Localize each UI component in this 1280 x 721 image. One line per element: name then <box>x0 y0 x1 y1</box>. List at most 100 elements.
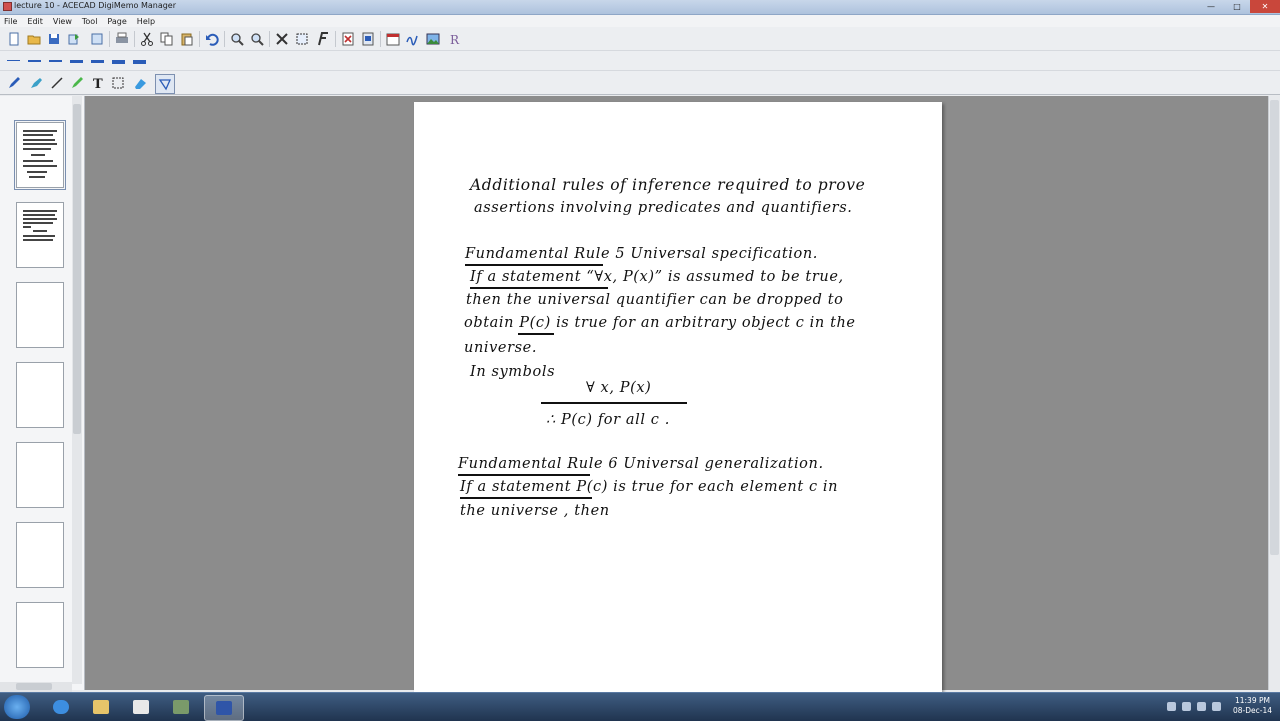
statement-underline <box>470 287 608 289</box>
clock[interactable]: 11:39 PM 08-Dec-14 <box>1233 696 1272 716</box>
page-workspace: Additional rules of inference required t… <box>85 96 1268 692</box>
thumbnail-scrollbar[interactable] <box>72 96 82 684</box>
zoom-in-icon[interactable] <box>228 30 246 48</box>
menu-edit[interactable]: Edit <box>27 17 43 26</box>
symbol-premise: ∀ x, P(x) <box>586 380 652 396</box>
page-thumbnail-1[interactable] <box>14 120 66 190</box>
delete-icon[interactable] <box>273 30 291 48</box>
note-line-4: If a statement “∀x, P(x)” is assumed to … <box>470 269 844 285</box>
inference-bar <box>541 402 687 404</box>
line-width-5-button[interactable] <box>91 60 104 63</box>
open-folder-icon[interactable] <box>25 30 43 48</box>
export-icon[interactable] <box>65 30 83 48</box>
remove-page-icon[interactable] <box>339 30 357 48</box>
taskbar: 11:39 PM 08-Dec-14 <box>0 692 1280 721</box>
symbol-conclusion: ∴ P(c) for all c . <box>546 412 670 428</box>
lasso-select-icon[interactable] <box>155 74 175 94</box>
drawing-tools-toolbar: T <box>0 71 1280 95</box>
svg-text:T: T <box>93 77 103 90</box>
svg-text:R: R <box>450 33 460 46</box>
page-thumbnail-5[interactable] <box>16 442 64 508</box>
note-line-6: obtain P(c) is true for an arbitrary obj… <box>464 315 856 331</box>
image-icon[interactable] <box>424 30 442 48</box>
page-thumbnail-2[interactable] <box>16 202 64 268</box>
note-line-5: then the universal quantifier can be dro… <box>466 292 844 308</box>
minimize-button[interactable]: — <box>1198 0 1224 13</box>
main-toolbar: R <box>0 27 1280 51</box>
undo-icon[interactable] <box>203 30 221 48</box>
rule5-underline <box>465 264 603 266</box>
start-button[interactable] <box>4 695 30 719</box>
pen-icon[interactable] <box>5 74 23 92</box>
page-thumbnail-6[interactable] <box>16 522 64 588</box>
rectangle-select-icon[interactable] <box>109 74 127 92</box>
network-icon[interactable] <box>1181 701 1191 711</box>
calendar-icon[interactable] <box>384 30 402 48</box>
new-icon[interactable] <box>5 30 23 48</box>
highlighter-icon[interactable] <box>27 74 45 92</box>
tray-arrow-icon[interactable] <box>1166 701 1176 711</box>
note-line-3: Fundamental Rule 5 Universal specificati… <box>465 246 818 262</box>
title-bar: lecture 10 - ACECAD DigiMemo Manager — □… <box>0 0 1280 15</box>
save-icon[interactable] <box>45 30 63 48</box>
rule6-underline <box>458 474 590 476</box>
eraser-icon[interactable] <box>131 74 149 92</box>
menu-help[interactable]: Help <box>137 17 155 26</box>
select-region-icon[interactable] <box>293 30 311 48</box>
page-thumbnail-3[interactable] <box>16 282 64 348</box>
line-width-toolbar <box>0 51 1280 71</box>
ie-taskbar-icon[interactable] <box>42 695 80 719</box>
system-tray: 11:39 PM 08-Dec-14 <box>1166 696 1272 716</box>
app-taskbar-icon[interactable] <box>162 695 200 719</box>
handwriting-recognition-icon[interactable] <box>404 30 422 48</box>
window-title: lecture 10 - ACECAD DigiMemo Manager <box>14 1 177 10</box>
line-tool-icon[interactable] <box>48 74 66 92</box>
thumbnail-horizontal-scrollbar[interactable] <box>0 682 72 692</box>
menu-file[interactable]: File <box>4 17 17 26</box>
page-settings-icon[interactable] <box>359 30 377 48</box>
line-width-7-button[interactable] <box>133 60 146 64</box>
note-line-11: Fundamental Rule 6 Universal generalizat… <box>458 456 824 472</box>
pc-underline <box>518 333 554 335</box>
page-thumbnail-7[interactable] <box>16 602 64 668</box>
clock-time: 11:39 PM <box>1234 696 1270 705</box>
cut-icon[interactable] <box>138 30 156 48</box>
flag-icon[interactable] <box>1196 701 1206 711</box>
volume-icon[interactable] <box>1211 701 1221 711</box>
clock-date: 08-Dec-14 <box>1232 706 1272 715</box>
note-line-12: If a statement P(c) is true for each ele… <box>460 479 839 495</box>
copy-icon[interactable] <box>158 30 176 48</box>
paste-icon[interactable] <box>178 30 196 48</box>
maximize-button[interactable]: □ <box>1224 0 1250 13</box>
page-thumbnail-4[interactable] <box>16 362 64 428</box>
line-width-1-button[interactable] <box>7 60 20 61</box>
statement2-underline <box>460 497 592 499</box>
note-line-1: Additional rules of inference required t… <box>470 176 866 194</box>
close-button[interactable]: ✕ <box>1250 0 1280 13</box>
green-pen-icon[interactable] <box>68 74 86 92</box>
note-line-8: In symbols <box>470 364 556 380</box>
digimemo-taskbar-icon[interactable] <box>204 695 244 721</box>
note-page[interactable]: Additional rules of inference required t… <box>414 102 942 692</box>
menu-bar: File Edit View Tool Page Help <box>0 15 1280 27</box>
app-icon <box>3 2 12 11</box>
line-width-4-button[interactable] <box>70 60 83 63</box>
menu-tool[interactable]: Tool <box>82 17 98 26</box>
line-width-2-button[interactable] <box>28 60 41 62</box>
note-line-7: universe. <box>464 340 538 356</box>
line-width-6-button[interactable] <box>112 60 125 64</box>
print-icon[interactable] <box>113 30 131 48</box>
recognize-icon[interactable]: R <box>446 30 464 48</box>
explorer-taskbar-icon[interactable] <box>82 695 120 719</box>
menu-page[interactable]: Page <box>107 17 126 26</box>
import-icon[interactable] <box>88 30 106 48</box>
media-player-taskbar-icon[interactable] <box>122 695 160 719</box>
note-line-2: assertions involving predicates and quan… <box>474 200 853 216</box>
note-line-13: the universe , then <box>460 503 610 519</box>
text-tool-icon[interactable]: T <box>89 74 107 92</box>
line-width-3-button[interactable] <box>49 60 62 62</box>
workspace-scrollbar[interactable] <box>1268 96 1280 690</box>
format-icon[interactable] <box>314 30 332 48</box>
menu-view[interactable]: View <box>53 17 72 26</box>
zoom-out-icon[interactable] <box>248 30 266 48</box>
